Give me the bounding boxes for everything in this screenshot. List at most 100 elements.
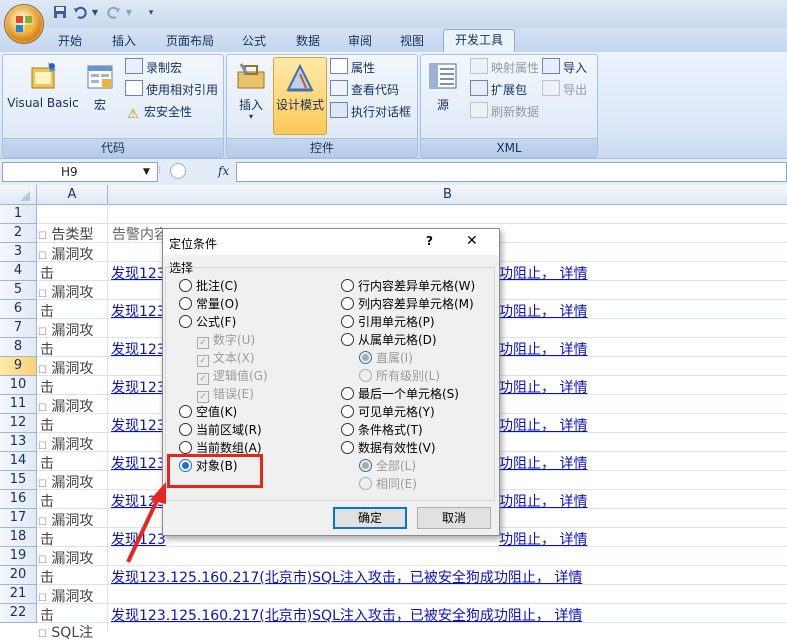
tab-home[interactable]: 开始 — [50, 31, 90, 51]
option-right-opts-2[interactable]: 引用单元格(P) — [341, 313, 435, 331]
name-box[interactable]: H9 ▼ — [2, 162, 158, 182]
record-macro-button[interactable]: 录制宏 — [125, 58, 182, 78]
cell-a23[interactable]: ☐ SQL注 — [38, 622, 93, 642]
row-header-7[interactable]: 7 — [0, 319, 37, 338]
cell-a-type[interactable]: ☐ 漏洞攻 — [38, 586, 93, 606]
cell-a-type[interactable]: ☐ 漏洞攻 — [38, 320, 93, 340]
option-right-opts-5[interactable]: 所有级别(L) — [359, 367, 440, 385]
option-left-opts-7[interactable]: 空值(K) — [179, 403, 237, 421]
radio-button-icon[interactable] — [359, 351, 372, 364]
cell-a-type[interactable]: ☐ 漏洞攻 — [38, 510, 93, 530]
column-header-b[interactable]: B — [108, 185, 787, 204]
checkbox-icon[interactable]: ✓ — [197, 373, 209, 385]
checkbox-icon[interactable]: ☐ — [38, 365, 47, 376]
tab-developer[interactable]: 开发工具 — [443, 29, 515, 53]
insert-control-button[interactable]: 插入 ▾ — [232, 58, 270, 128]
row-header-11[interactable]: 11 — [0, 395, 37, 414]
undo-dropdown-icon[interactable]: ▼ — [90, 5, 100, 21]
cancel-button[interactable]: 取消 — [417, 507, 491, 529]
row-header-10[interactable]: 10 — [0, 376, 37, 395]
cell-a-type-cont[interactable]: 击 — [40, 453, 54, 473]
tab-formulas[interactable]: 公式 — [234, 31, 274, 51]
help-button[interactable]: ? — [426, 234, 433, 248]
row-header-5[interactable]: 5 — [0, 281, 37, 300]
row-header-16[interactable]: 16 — [0, 490, 37, 509]
xml-import-button[interactable]: 导入 — [542, 58, 587, 78]
option-left-opts-2[interactable]: 公式(F) — [179, 313, 236, 331]
row-header-8[interactable]: 8 — [0, 338, 37, 357]
cell-a-type-cont[interactable]: 击 — [40, 491, 54, 511]
checkbox-icon[interactable]: ☐ — [38, 327, 47, 338]
option-left-opts-8[interactable]: 当前区域(R) — [179, 421, 262, 439]
macro-security-button[interactable]: ⚠ 宏安全性 — [125, 102, 192, 122]
option-right-opts-1[interactable]: 列内容差异单元格(M) — [341, 295, 474, 313]
cell-a-type-cont[interactable]: 击 — [40, 301, 54, 321]
cell-a-type-cont[interactable]: 击 — [40, 567, 54, 587]
checkbox-icon[interactable]: ✓ — [197, 355, 209, 367]
checkbox-icon[interactable]: ✓ — [197, 391, 209, 403]
row-header-15[interactable]: 15 — [0, 471, 37, 490]
row-header-22[interactable]: 22 — [0, 604, 37, 623]
option-right-opts-10[interactable]: 全部(L) — [359, 457, 416, 475]
checkbox-icon[interactable]: ☐ — [38, 593, 47, 604]
splitter-handle[interactable]: ⁝ — [158, 162, 164, 180]
run-dialog-button[interactable]: 执行对话框 — [330, 102, 411, 122]
xml-export-button[interactable]: 导出 — [542, 80, 587, 100]
radio-button-icon[interactable] — [341, 441, 354, 454]
row-header-21[interactable]: 21 — [0, 585, 37, 604]
option-right-opts-9[interactable]: 数据有效性(V) — [341, 439, 436, 457]
relative-refs-button[interactable]: 使用相对引用 — [125, 80, 218, 100]
alert-detail-link-tail[interactable]: 功阻止， 详情 — [499, 263, 587, 283]
row-header-19[interactable]: 19 — [0, 547, 37, 566]
radio-button-icon[interactable] — [179, 315, 192, 328]
radio-button-icon[interactable] — [179, 423, 192, 436]
radio-button-icon[interactable] — [341, 315, 354, 328]
option-right-opts-3[interactable]: 从属单元格(D) — [341, 331, 437, 349]
alert-detail-link-tail[interactable]: 功阻止， 详情 — [499, 491, 587, 511]
radio-button-icon[interactable] — [359, 459, 372, 472]
cell-a2[interactable]: ☐ 告类型 — [38, 224, 93, 244]
office-button[interactable] — [4, 4, 44, 44]
radio-button-icon[interactable] — [341, 279, 354, 292]
alert-detail-link[interactable]: 发现123 — [111, 339, 166, 359]
option-right-opts-0[interactable]: 行内容差异单元格(W) — [341, 277, 475, 295]
alert-detail-link-tail[interactable]: 功阻止， 详情 — [499, 377, 587, 397]
undo-icon[interactable] — [72, 5, 88, 21]
radio-button-icon[interactable] — [341, 297, 354, 310]
checkbox-icon[interactable]: ☐ — [38, 479, 47, 490]
macros-button[interactable]: 宏 — [84, 58, 116, 116]
xml-source-button[interactable]: 源 — [424, 58, 462, 116]
radio-button-icon[interactable] — [341, 387, 354, 400]
radio-button-icon[interactable] — [179, 441, 192, 454]
properties-button[interactable]: 属性 — [330, 58, 375, 78]
radio-button-icon[interactable] — [341, 333, 354, 346]
cell-a-type-cont[interactable]: 击 — [40, 529, 54, 549]
cell-a-type[interactable]: ☐ 漏洞攻 — [38, 548, 93, 568]
checkbox-icon[interactable]: ☐ — [38, 629, 47, 640]
option-left-opts-5[interactable]: ✓ 逻辑值(G) — [197, 367, 268, 385]
row-header-20[interactable]: 20 — [0, 566, 37, 585]
alert-detail-link-tail[interactable]: 功阻止， 详情 — [499, 453, 587, 473]
chevron-down-icon[interactable]: ▼ — [143, 163, 150, 181]
option-right-opts-11[interactable]: 相同(E) — [359, 475, 417, 493]
row-header-1[interactable]: 1 — [0, 205, 37, 224]
cell-a-type-cont[interactable]: 击 — [40, 415, 54, 435]
alert-detail-link[interactable]: 发现123 — [111, 263, 166, 283]
option-left-opts-6[interactable]: ✓ 错误(E) — [197, 385, 254, 403]
checkbox-icon[interactable]: ☐ — [38, 441, 47, 452]
refresh-data-button[interactable]: 刷新数据 — [470, 102, 539, 122]
column-header-a[interactable]: A — [37, 185, 108, 204]
alert-detail-link[interactable]: 发现123 — [111, 377, 166, 397]
formula-bar-expand-icon[interactable] — [170, 163, 186, 179]
cell-a-type-cont[interactable]: 击 — [40, 263, 54, 283]
checkbox-icon[interactable]: ☐ — [38, 289, 47, 300]
save-icon[interactable] — [52, 5, 68, 21]
radio-button-icon[interactable] — [179, 405, 192, 418]
close-button[interactable]: ✕ — [466, 233, 478, 249]
cell-a-type[interactable]: ☐ 漏洞攻 — [38, 434, 93, 454]
ok-button[interactable]: 确定 — [333, 507, 407, 529]
visual-basic-button[interactable]: Visual Basic — [6, 58, 80, 116]
tab-insert[interactable]: 插入 — [104, 31, 144, 51]
alert-detail-link[interactable]: 发现123.125.160.217(北京市)SQL注入攻击，已被安全狗成功阻止，… — [111, 567, 582, 587]
checkbox-icon[interactable]: ☐ — [38, 403, 47, 414]
